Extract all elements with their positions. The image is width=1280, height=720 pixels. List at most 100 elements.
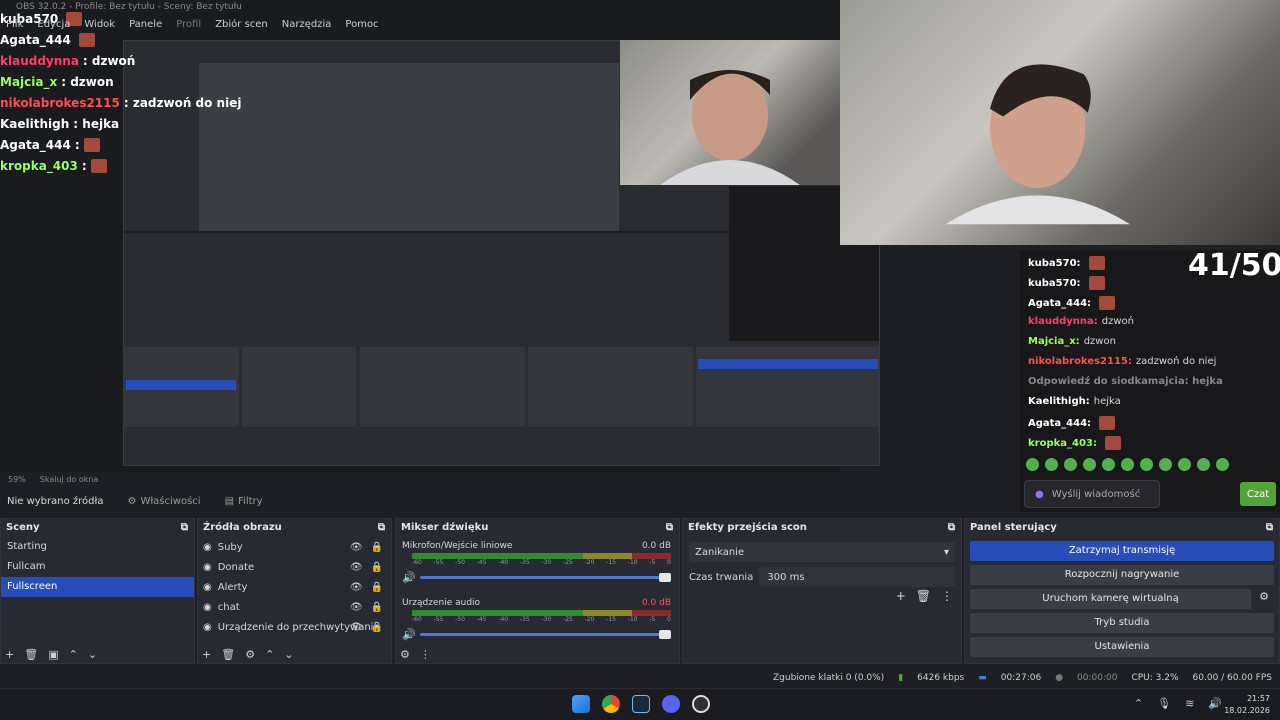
fader-knob[interactable] xyxy=(659,573,671,582)
lock-icon[interactable]: 🔒 xyxy=(371,542,383,553)
meter-tick: -20 xyxy=(584,559,595,566)
move-up-icon[interactable]: ⌃ xyxy=(265,648,274,661)
windows-start-icon[interactable] xyxy=(572,695,590,713)
add-icon[interactable]: + xyxy=(202,648,211,661)
wifi-icon[interactable]: ≋ xyxy=(1185,697,1194,710)
lock-icon[interactable]: 🔒 xyxy=(371,622,383,633)
fader-knob[interactable] xyxy=(659,630,671,639)
meter-tick: -5 xyxy=(649,559,656,566)
obs-icon[interactable] xyxy=(692,695,710,713)
mixer-menu-icon[interactable]: ⋮ xyxy=(420,648,431,661)
transition-select[interactable]: Zanikanie ▾ xyxy=(689,542,955,562)
add-icon[interactable]: + xyxy=(896,589,906,603)
source-item[interactable]: ◉ Donate 👁 🔒 xyxy=(198,557,391,577)
taskbar: ⌃ 🎙 ≋ 🔊 21:57 18.02.2026 xyxy=(0,688,1280,720)
eye-icon[interactable]: 👁 xyxy=(350,562,363,573)
source-item[interactable]: ◉ chat 👁 🔒 xyxy=(198,597,391,617)
zoom-mode[interactable]: Skaluj do okna xyxy=(40,475,99,484)
duration-input[interactable]: 300 ms xyxy=(759,567,955,587)
control-button[interactable]: Zatrzymaj transmisję xyxy=(970,541,1274,561)
dock-undock-icon[interactable]: ⧉ xyxy=(666,519,673,537)
move-down-icon[interactable]: ⌄ xyxy=(284,648,293,661)
meter-tick: -45 xyxy=(476,616,487,623)
chrome-icon[interactable] xyxy=(602,695,620,713)
menu-item[interactable]: Panele xyxy=(129,19,162,30)
chat-message: dzwon xyxy=(1083,336,1116,347)
scene-item[interactable]: Starting xyxy=(1,537,194,557)
chat-user: Odpowiedź do siodkamajcia: hejka xyxy=(1028,376,1223,387)
trash-icon[interactable]: 🗑 xyxy=(221,648,235,661)
add-icon[interactable]: + xyxy=(5,648,14,661)
move-up-icon[interactable]: ⌃ xyxy=(69,648,78,661)
chevron-down-icon: ▾ xyxy=(943,546,949,558)
control-button[interactable]: Ustawienia xyxy=(970,637,1274,657)
menu-item[interactable]: Edycja xyxy=(37,19,70,30)
menu-item[interactable]: Widok xyxy=(84,19,115,30)
volume-fader[interactable]: 🔊 xyxy=(402,628,671,641)
menu-item[interactable]: Plik xyxy=(6,19,23,30)
eye-icon[interactable]: 👁 xyxy=(350,542,363,553)
speaker-icon[interactable]: 🔊 xyxy=(402,571,416,584)
steam-icon[interactable] xyxy=(632,695,650,713)
source-item[interactable]: ◉ Alerty 👁 🔒 xyxy=(198,577,391,597)
chat-input[interactable]: ● Wyślij wiadomość xyxy=(1024,480,1160,508)
menu-icon[interactable]: ⋮ xyxy=(941,589,953,603)
properties-button[interactable]: ⚙ Właściwości xyxy=(127,496,200,507)
fader-track[interactable] xyxy=(419,630,671,639)
eye-icon[interactable]: 👁 xyxy=(350,602,363,613)
trash-icon[interactable]: 🗑 xyxy=(916,589,931,603)
control-button[interactable]: Uruchom kamerę wirtualną xyxy=(970,589,1251,609)
menu-item[interactable]: Narzędzia xyxy=(282,19,332,30)
speaker-icon[interactable]: 🔊 xyxy=(402,628,416,641)
fader-track[interactable] xyxy=(419,573,671,582)
trash-icon[interactable]: 🗑 xyxy=(24,648,38,661)
zoom-bar: 59% Skaluj do okna xyxy=(0,472,1002,486)
mixer-settings-icon[interactable]: ⚙ xyxy=(400,648,410,661)
chat-message: : xyxy=(81,158,87,173)
source-item[interactable]: ◉ Suby 👁 🔒 xyxy=(198,537,391,557)
chat-line: klauddynna: dzwoń xyxy=(1028,316,1134,327)
dock-undock-icon[interactable]: ⧉ xyxy=(948,519,955,537)
menu-item[interactable]: Zbiór scen xyxy=(215,19,268,30)
controls-dock: Panel sterujący ⧉ Zatrzymaj transmisję Roz… xyxy=(964,518,1280,664)
zoom-level[interactable]: 59% xyxy=(8,475,26,484)
eye-icon[interactable]: 👁 xyxy=(350,622,363,633)
emote-row[interactable] xyxy=(1026,458,1229,471)
control-button[interactable]: Tryb studia xyxy=(970,613,1274,633)
menu-item[interactable]: Profil xyxy=(176,19,201,30)
menu-item[interactable]: Pomoc xyxy=(345,19,378,30)
lock-icon[interactable]: 🔒 xyxy=(371,602,383,613)
gear-icon: ⚙ xyxy=(127,495,137,507)
cpu-usage: CPU: 3.2% xyxy=(1131,673,1179,683)
volume-icon[interactable]: 🔊 xyxy=(1208,697,1222,710)
gear-icon[interactable]: ⚙ xyxy=(245,648,255,661)
scene-item[interactable]: Fullscreen xyxy=(1,577,194,597)
move-down-icon[interactable]: ⌄ xyxy=(88,648,97,661)
discord-icon[interactable] xyxy=(662,695,680,713)
dock-undock-icon[interactable]: ⧉ xyxy=(1266,519,1273,537)
gear-icon[interactable]: ⚙ xyxy=(1259,590,1269,603)
scene-item[interactable]: Fullcam xyxy=(1,557,194,577)
preview-canvas[interactable]: kuba570 Agata_444 klauddynna: dzwoń Majcia_… xyxy=(0,0,1280,512)
eye-icon[interactable]: 👁 xyxy=(350,582,363,593)
transitions-title: Efekty przejścia scon xyxy=(688,522,807,533)
lock-icon[interactable]: 🔒 xyxy=(371,582,383,593)
chevron-up-icon[interactable]: ⌃ xyxy=(1134,697,1143,710)
volume-fader[interactable]: 🔊 xyxy=(402,571,671,584)
chat-user: Agata_444: xyxy=(1028,297,1092,309)
rec-time: 00:00:00 xyxy=(1077,673,1118,683)
source-item[interactable]: ◉ Urządzenie do przechwytywania 👁 🔒 xyxy=(198,617,391,637)
control-button[interactable]: Rozpocznij nagrywanie xyxy=(970,565,1274,585)
chat-user: kuba570: xyxy=(1028,257,1081,269)
lock-icon[interactable]: 🔒 xyxy=(371,562,383,573)
clock[interactable]: 21:57 18.02.2026 xyxy=(1224,693,1270,717)
meter-tick: -50 xyxy=(455,559,465,566)
mic-icon[interactable]: 🎙 xyxy=(1157,697,1171,710)
filters-button[interactable]: ▤ Filtry xyxy=(225,496,263,507)
mixer-channel: Urządzenie audio 0.0 dB -60 -55 -50 -45 -40 -35… xyxy=(396,598,679,641)
chat-send-button[interactable]: Czat xyxy=(1240,482,1276,506)
dock-undock-icon[interactable]: ⧉ xyxy=(181,519,188,537)
dock-undock-icon[interactable]: ⧉ xyxy=(378,519,385,537)
filter-icon[interactable]: ▣ xyxy=(48,648,58,661)
meter-ticks: -60 -55 -50 -45 -40 -35 -30 -25 -20 -15 -10 -5 0 xyxy=(412,616,671,626)
